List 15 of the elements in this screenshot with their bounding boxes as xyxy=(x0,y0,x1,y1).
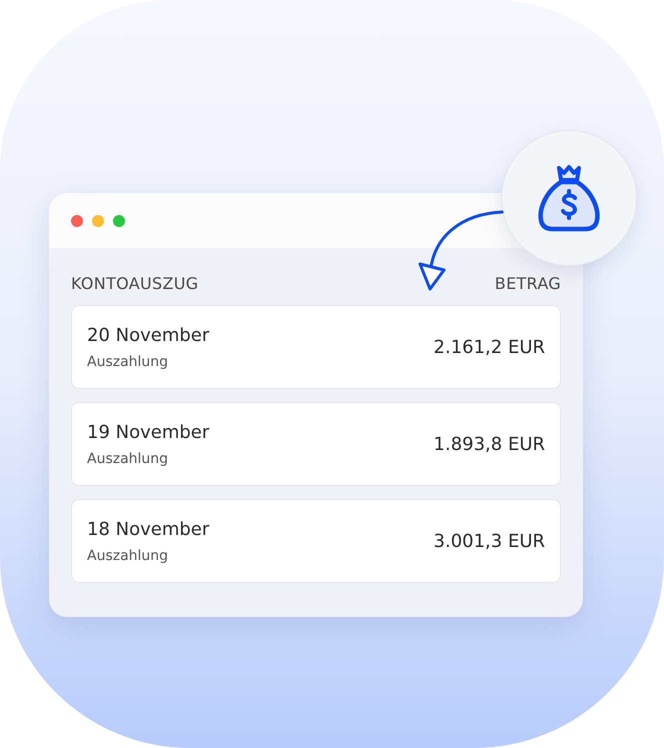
transaction-date: 20 November xyxy=(87,324,210,346)
transaction-date: 19 November xyxy=(87,422,210,442)
money-bag-icon xyxy=(537,162,601,234)
column-heading: KONTOAUSZUG xyxy=(71,274,198,293)
maximize-dot-icon xyxy=(113,214,125,226)
transaction-type: Auszahlung xyxy=(87,548,170,564)
close-dot-icon xyxy=(71,214,83,226)
column-heading: BETRAG xyxy=(494,274,561,293)
transaction-type: Auszahlung xyxy=(87,450,170,466)
transaction-amount: 1.893,8 EUR xyxy=(434,434,545,454)
minimize-dot-icon xyxy=(92,214,104,226)
transaction-amount: 3.001,3 EUR xyxy=(434,530,545,552)
transaction-date: 18 November xyxy=(87,518,210,540)
transaction-amount: 2.161,2 EUR xyxy=(434,336,545,358)
transaction-type: Auszahlung xyxy=(87,354,170,370)
